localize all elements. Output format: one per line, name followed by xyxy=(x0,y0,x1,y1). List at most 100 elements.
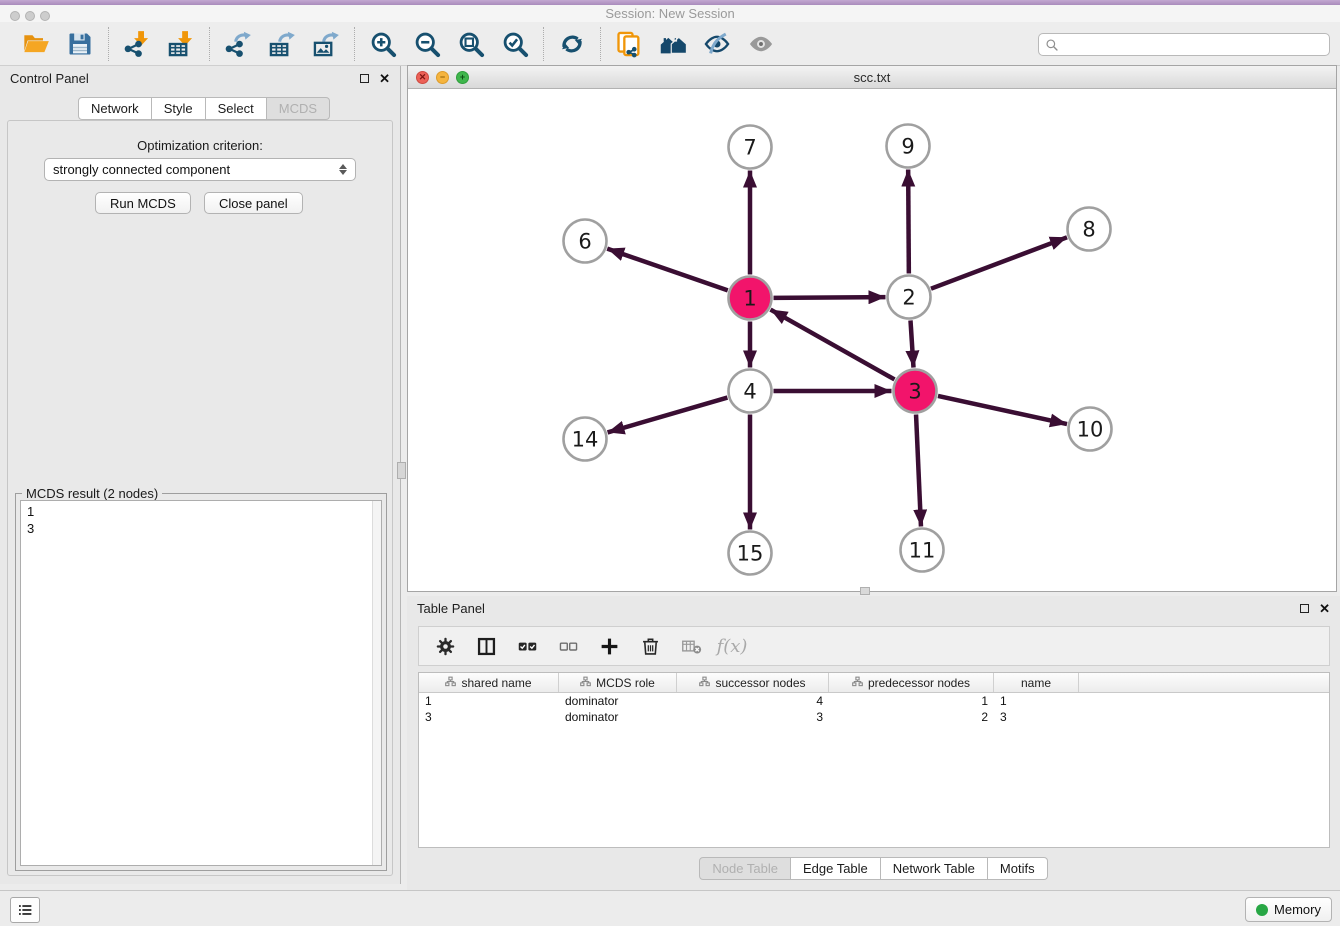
table-row[interactable]: 3dominator323 xyxy=(419,709,1329,725)
horizontal-splitter-handle[interactable] xyxy=(860,587,870,595)
control-panel-tabs: NetworkStyleSelectMCDS xyxy=(78,97,330,120)
graph-node-2[interactable]: 2 xyxy=(888,276,931,319)
tab-edge-table[interactable]: Edge Table xyxy=(791,857,881,880)
table-cell[interactable]: 1 xyxy=(829,693,994,709)
column-header-shared-name[interactable]: shared name xyxy=(419,673,559,692)
delete-table-icon xyxy=(679,634,703,658)
table-cell[interactable]: dominator xyxy=(559,709,677,725)
gear-icon[interactable] xyxy=(433,634,457,658)
table-row[interactable]: 1dominator411 xyxy=(419,693,1329,709)
table-panel: Table Panel ✕ f(x) shared nameMCDS roles… xyxy=(407,596,1340,890)
graph-node-label: 9 xyxy=(901,135,914,159)
mcds-result-list[interactable]: 13 xyxy=(20,500,382,866)
hide-eye-icon[interactable] xyxy=(701,28,733,60)
table-panel-close-icon[interactable]: ✕ xyxy=(1319,602,1330,615)
table-cell[interactable]: 3 xyxy=(994,709,1079,725)
tree-icon xyxy=(445,676,456,690)
control-panel-title: Control Panel xyxy=(10,71,89,86)
graph-edge-2-9[interactable] xyxy=(908,169,909,273)
result-item[interactable]: 3 xyxy=(27,520,375,537)
graph-edge-4-14[interactable] xyxy=(608,398,728,433)
control-panel-float-icon[interactable] xyxy=(360,74,369,83)
open-session-icon[interactable] xyxy=(20,28,52,60)
tab-motifs[interactable]: Motifs xyxy=(988,857,1048,880)
table-cell[interactable]: 1 xyxy=(419,693,559,709)
search-box[interactable] xyxy=(1038,33,1330,56)
mcds-result-group: MCDS result (2 nodes) 13 xyxy=(15,493,387,871)
table-cell[interactable]: 3 xyxy=(419,709,559,725)
column-header-name[interactable]: name xyxy=(994,673,1079,692)
graph-node-7[interactable]: 7 xyxy=(729,126,772,169)
close-panel-button[interactable]: Close panel xyxy=(204,192,303,214)
control-panel-close-icon[interactable]: ✕ xyxy=(379,72,390,85)
select-all-icon[interactable] xyxy=(515,634,539,658)
network-window-titlebar[interactable]: ✕ − + scc.txt xyxy=(408,66,1336,89)
tab-network[interactable]: Network xyxy=(78,97,152,120)
memory-button[interactable]: Memory xyxy=(1245,897,1332,922)
column-header-mcds-role[interactable]: MCDS role xyxy=(559,673,677,692)
add-column-icon[interactable] xyxy=(597,634,621,658)
table-cell[interactable]: 2 xyxy=(829,709,994,725)
graph-edge-2-3[interactable] xyxy=(910,320,913,367)
table-cell[interactable]: 4 xyxy=(677,693,829,709)
graph-node-4[interactable]: 4 xyxy=(729,370,772,413)
show-eye-icon[interactable] xyxy=(745,28,777,60)
export-table-icon[interactable] xyxy=(266,28,298,60)
result-scrollbar[interactable] xyxy=(372,501,381,865)
tab-style[interactable]: Style xyxy=(152,97,206,120)
graph-edge-3-1[interactable] xyxy=(770,310,894,380)
column-header-predecessor-nodes[interactable]: predecessor nodes xyxy=(829,673,994,692)
zoom-out-icon[interactable] xyxy=(411,28,443,60)
graph-edge-2-8[interactable] xyxy=(931,237,1067,288)
table-cell[interactable]: 3 xyxy=(677,709,829,725)
graph-node-11[interactable]: 11 xyxy=(901,529,944,572)
graph-edge-1-2[interactable] xyxy=(773,297,885,298)
column-header-successor-nodes[interactable]: successor nodes xyxy=(677,673,829,692)
graph-edge-3-10[interactable] xyxy=(938,396,1067,424)
deselect-all-icon[interactable] xyxy=(556,634,580,658)
table-cell[interactable]: 1 xyxy=(994,693,1079,709)
import-network-icon[interactable] xyxy=(121,28,153,60)
graph-edge-3-11[interactable] xyxy=(916,414,921,526)
control-panel: Control Panel ✕ NetworkStyleSelectMCDS O… xyxy=(0,66,401,884)
result-item[interactable]: 1 xyxy=(27,503,375,520)
export-image-icon[interactable] xyxy=(310,28,342,60)
network-canvas[interactable]: 7 9 6 8 1 2 4 3 14 10 15 11 xyxy=(408,89,1336,591)
vertical-splitter-handle[interactable] xyxy=(397,462,406,479)
tab-node-table[interactable]: Node Table xyxy=(699,857,791,880)
graph-node-15[interactable]: 15 xyxy=(729,532,772,575)
export-network-icon[interactable] xyxy=(222,28,254,60)
save-session-icon[interactable] xyxy=(64,28,96,60)
graph-node-8[interactable]: 8 xyxy=(1068,208,1111,251)
status-bar: Memory xyxy=(0,890,1340,926)
zoom-fit-icon[interactable] xyxy=(455,28,487,60)
tab-mcds[interactable]: MCDS xyxy=(267,97,330,120)
graph-node-14[interactable]: 14 xyxy=(564,418,607,461)
tab-select[interactable]: Select xyxy=(206,97,267,120)
search-input[interactable] xyxy=(1063,38,1323,52)
list-icon xyxy=(16,901,34,919)
import-table-icon[interactable] xyxy=(165,28,197,60)
graph-node-9[interactable]: 9 xyxy=(887,125,930,168)
graph-node-6[interactable]: 6 xyxy=(564,220,607,263)
zoom-selected-icon[interactable] xyxy=(499,28,531,60)
delete-column-icon[interactable] xyxy=(638,634,662,658)
clone-network-icon[interactable] xyxy=(613,28,645,60)
run-mcds-button[interactable]: Run MCDS xyxy=(95,192,191,214)
graph-node-3[interactable]: 3 xyxy=(894,370,937,413)
home-icon[interactable] xyxy=(657,28,689,60)
graph-node-10[interactable]: 10 xyxy=(1069,408,1112,451)
tab-network-table[interactable]: Network Table xyxy=(881,857,988,880)
task-history-button[interactable] xyxy=(10,897,40,923)
split-view-icon[interactable] xyxy=(474,634,498,658)
criterion-select[interactable]: strongly connected component xyxy=(44,158,356,181)
zoom-in-icon[interactable] xyxy=(367,28,399,60)
graph-edge-1-6[interactable] xyxy=(607,249,728,291)
table-panel-float-icon[interactable] xyxy=(1300,604,1309,613)
refresh-icon[interactable] xyxy=(556,28,588,60)
graph-node-label: 1 xyxy=(743,287,756,311)
network-title: scc.txt xyxy=(408,70,1336,85)
graph-node-1[interactable]: 1 xyxy=(729,277,772,320)
table-cell[interactable]: dominator xyxy=(559,693,677,709)
tree-icon xyxy=(580,676,591,690)
